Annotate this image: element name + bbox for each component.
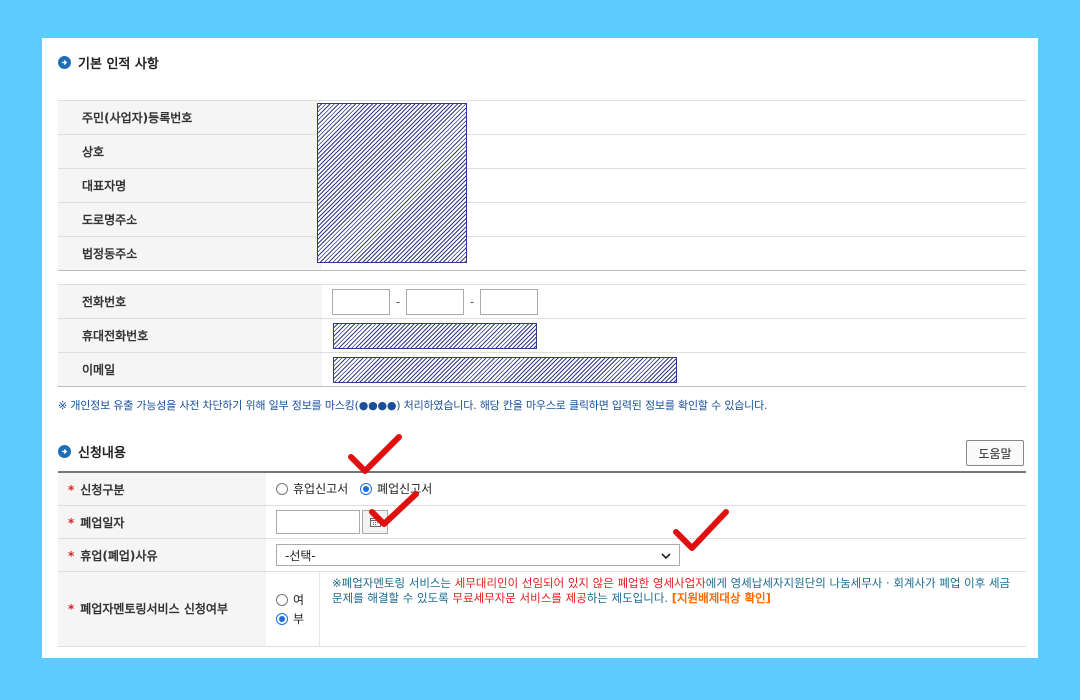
phone-part-3-input[interactable]	[480, 289, 538, 315]
phone-part-2-input[interactable]	[406, 289, 464, 315]
info-label: 도로명주소	[58, 202, 322, 237]
arrow-circle-icon	[58, 445, 71, 458]
apply-type-label: 신청구분	[80, 482, 125, 497]
reason-select-value: -선택-	[285, 548, 316, 563]
reason-label: 휴업(폐업)사유	[80, 548, 158, 563]
contact-row: 휴대전화번호	[58, 318, 1026, 353]
exclusion-check-link[interactable]: [지원배제대상 확인]	[672, 591, 771, 605]
email-label: 이메일	[58, 352, 322, 387]
radio-circle-checked-icon	[276, 612, 288, 625]
info-row: 대표자명	[58, 168, 1026, 203]
required-mark: *	[68, 482, 75, 497]
phone-separator: -	[469, 295, 475, 309]
closure-date-row: * 폐업일자	[58, 505, 1026, 539]
apply-title: 신청내용	[78, 446, 126, 461]
masked-email-field[interactable]	[333, 357, 677, 383]
masked-mobile-field[interactable]	[333, 323, 537, 349]
closure-date-label: 폐업일자	[80, 515, 125, 530]
apply-type-row: * 신청구분 휴업신고서 폐업신고서	[58, 471, 1026, 506]
closure-date-input[interactable]	[276, 510, 360, 534]
contact-row: 이메일	[58, 352, 1026, 387]
radio-mentor-no[interactable]: 부	[276, 610, 311, 627]
mentor-description: ※폐업자멘토링 서비스는 세무대리인이 선임되어 있지 않은 폐업한 영세사업자…	[318, 572, 1026, 646]
contact-table: 전화번호 - - 휴대전화번호 이메일	[58, 284, 1026, 387]
radio-circle-icon	[276, 593, 288, 606]
basic-info-heading: 기본 인적 사항	[58, 53, 159, 72]
mentor-row: * 폐업자멘토링서비스 신청여부 여 부 ※폐업자멘토링 서비스는 세무대리인이 …	[58, 571, 1026, 647]
form-panel: 기본 인적 사항 주민(사업자)등록번호 상호 대표자명 도로명주소 법정동주소…	[42, 38, 1038, 658]
chevron-down-icon	[661, 548, 671, 562]
phone-separator: -	[395, 295, 401, 309]
info-row: 도로명주소	[58, 202, 1026, 237]
phone-fields: - -	[332, 289, 538, 315]
info-row: 주민(사업자)등록번호	[58, 100, 1026, 135]
info-row: 상호	[58, 134, 1026, 169]
apply-heading: 신청내용	[58, 442, 126, 461]
phone-part-1-input[interactable]	[332, 289, 390, 315]
reason-select[interactable]: -선택-	[276, 544, 680, 566]
reason-row: * 휴업(폐업)사유 -선택-	[58, 538, 1026, 572]
basic-info-title: 기본 인적 사항	[78, 57, 159, 72]
required-mark: *	[68, 515, 75, 530]
radio-circle-icon	[276, 482, 288, 495]
contact-row: 전화번호 - -	[58, 284, 1026, 319]
apply-table: * 신청구분 휴업신고서 폐업신고서 * 폐업일자 * 휴업(폐업)사유 -선택-	[58, 471, 1026, 647]
info-label: 상호	[58, 134, 322, 169]
masked-info-block[interactable]	[317, 103, 467, 263]
phone-label: 전화번호	[58, 284, 322, 319]
checkmark-icon	[348, 434, 402, 474]
mentor-label: 폐업자멘토링서비스 신청여부	[80, 602, 228, 616]
checkmark-icon	[369, 491, 419, 527]
radio-suspension[interactable]: 휴업신고서	[276, 480, 348, 497]
basic-info-table: 주민(사업자)등록번호 상호 대표자명 도로명주소 법정동주소	[58, 100, 1026, 271]
info-label: 대표자명	[58, 168, 322, 203]
info-row: 법정동주소	[58, 236, 1026, 271]
help-button[interactable]: 도움말	[966, 440, 1024, 466]
info-label: 주민(사업자)등록번호	[58, 100, 322, 135]
radio-mentor-yes[interactable]: 여	[276, 591, 311, 608]
required-mark: *	[68, 602, 75, 616]
mentor-radios: 여 부	[266, 572, 319, 646]
masking-notice: ※ 개인정보 유출 가능성을 사전 차단하기 위해 일부 정보를 마스킹(●●●…	[58, 399, 768, 412]
arrow-circle-icon	[58, 56, 71, 69]
checkmark-icon	[673, 509, 729, 551]
required-mark: *	[68, 548, 75, 563]
mobile-label: 휴대전화번호	[58, 318, 322, 353]
info-label: 법정동주소	[58, 236, 322, 271]
